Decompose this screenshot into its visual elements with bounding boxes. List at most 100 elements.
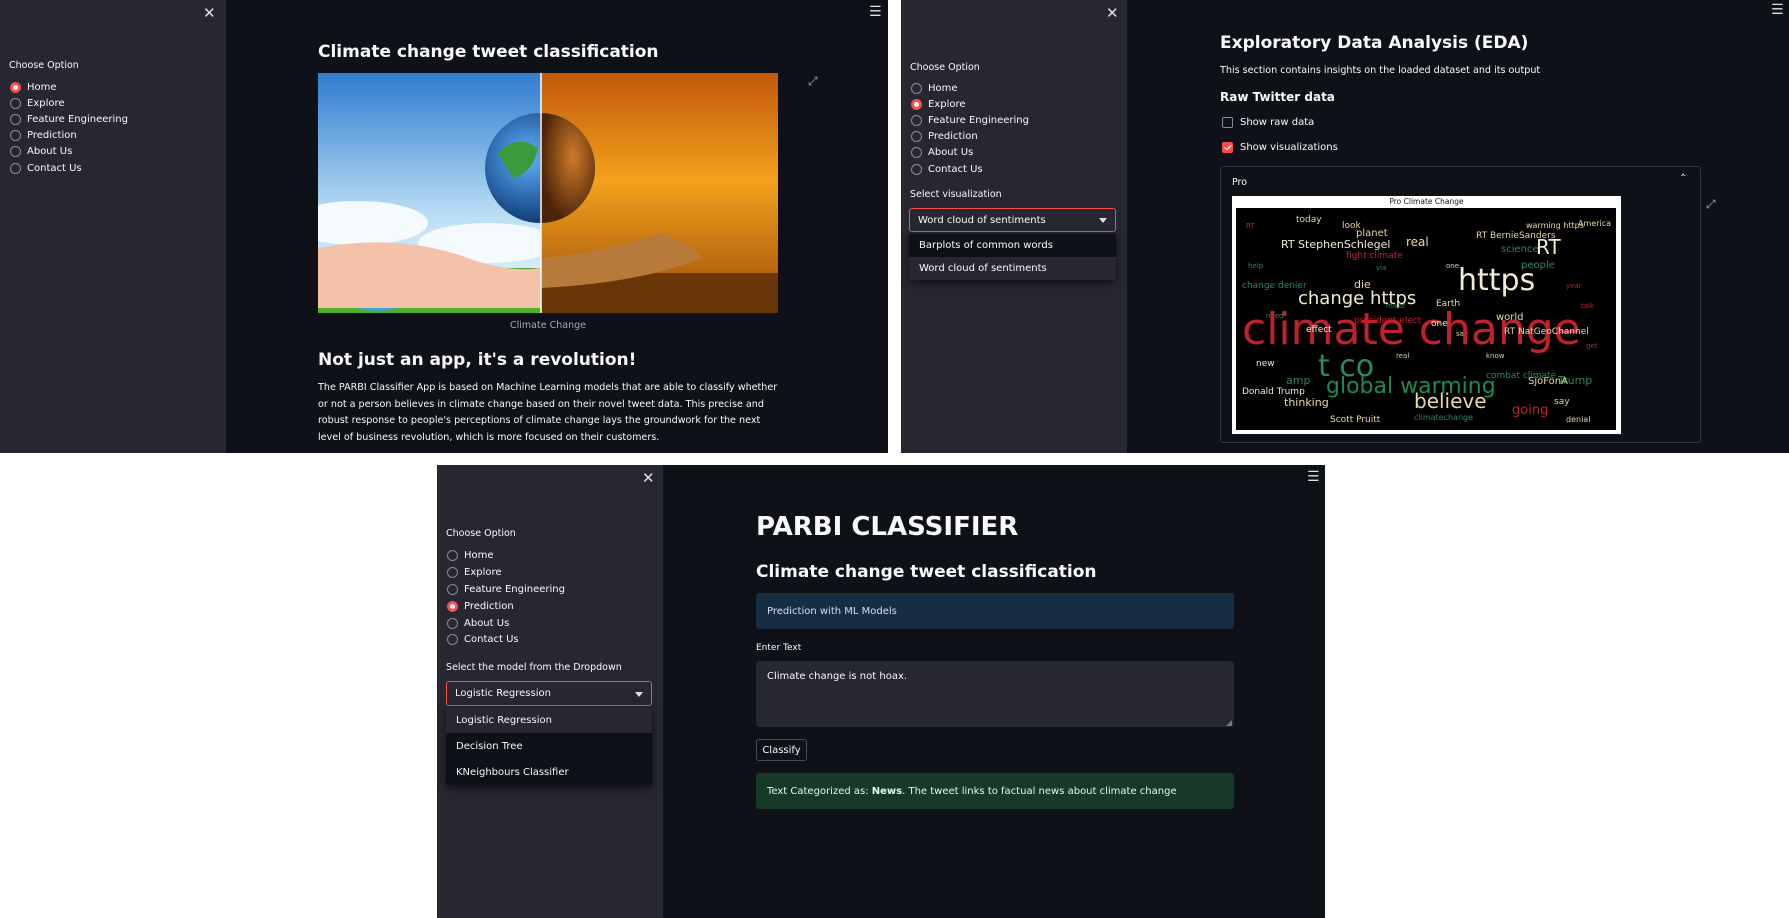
dropdown-option[interactable]: Decision Tree [446,733,652,759]
resize-handle[interactable]: ◢ [1226,718,1232,727]
expander-header[interactable]: Pro ⌃ [1221,167,1700,195]
nav-option-about-us[interactable]: About Us [447,615,565,632]
expand-icon[interactable]: ⤢ [1706,197,1716,212]
expand-icon[interactable]: ⤢ [808,74,818,89]
explore-panel: ✕ Choose Option Home Explore Feature Eng… [901,0,1789,453]
radio-icon [10,146,21,158]
tweet-text-area[interactable]: Climate change is not hoax. ◢ [756,661,1234,727]
close-icon[interactable]: ✕ [1106,5,1119,21]
nav-option-feature-engineering[interactable]: Feature Engineering [447,581,565,598]
wordcloud-filler-word: year [1566,282,1582,290]
radio-icon [447,566,458,578]
wordcloud-word: people [1521,260,1555,271]
nav-option-label: Prediction [464,600,514,612]
wordcloud-word: die [1354,278,1371,291]
result-category: News [871,785,903,797]
nav-option-explore[interactable]: Explore [10,95,128,111]
page-title: Climate change tweet classification [318,42,659,62]
nav-option-label: Explore [27,97,65,109]
dropdown-option[interactable]: KNeighbours Classifier [446,759,652,785]
hamburger-menu-icon[interactable]: ☰ [1307,469,1320,485]
hamburger-menu-icon[interactable]: ☰ [1771,2,1784,18]
nav-option-contact-us[interactable]: Contact Us [10,160,128,176]
nav-option-label: Prediction [27,130,77,142]
wordcloud-word: t co [1318,349,1374,384]
select-visualization-label: Select visualization [910,189,1002,200]
wordcloud-title: Pro Climate Change [1389,197,1464,206]
nav-option-feature-engineering[interactable]: Feature Engineering [10,111,128,127]
wordcloud-image: RT via say talk need real get help one year make kn… [1236,208,1616,430]
radio-icon [10,113,21,125]
nav-option-prediction[interactable]: Prediction [447,598,565,615]
wordcloud-filler-word: help [1248,262,1264,270]
close-icon[interactable]: ✕ [642,470,655,486]
show-visualizations-checkbox[interactable]: Show visualizations [1222,142,1338,153]
nav-option-label: About Us [928,147,974,159]
show-raw-data-checkbox[interactable]: Show raw data [1222,117,1314,128]
wordcloud-word: thinking [1284,396,1329,409]
wordcloud-word: change https [1298,288,1416,309]
nav-option-label: Feature Engineering [464,583,565,595]
chevron-up-icon[interactable]: ⌃ [1679,173,1687,184]
nav-option-label: About Us [27,146,73,158]
radio-icon [911,114,922,126]
nav-option-explore[interactable]: Explore [447,564,565,581]
wordcloud-filler-word: RT [1246,222,1255,230]
nav-option-prediction[interactable]: Prediction [911,129,1029,145]
nav-option-home[interactable]: Home [10,79,128,95]
wordcloud-word: RT StephenSchlegel [1281,238,1390,251]
prediction-panel: ✕ Choose Option Home Explore Feature Eng… [437,465,1325,918]
radio-icon [10,130,21,142]
model-select[interactable]: Logistic Regression [446,681,652,706]
nav-option-prediction[interactable]: Prediction [10,128,128,144]
dropdown-option[interactable]: Word cloud of sentiments [909,257,1116,280]
dropdown-option[interactable]: Logistic Regression [446,707,652,733]
nav-option-label: Contact Us [464,634,519,646]
chevron-down-icon[interactable] [635,691,643,697]
nav-option-explore[interactable]: Explore [911,96,1029,112]
classify-button[interactable]: Classify [756,739,807,761]
radio-icon [447,617,458,629]
wordcloud-word: RT NatGeoChannel [1504,327,1589,337]
wordcloud-word: say [1554,397,1570,407]
wordcloud-word: denial [1566,415,1590,424]
wordcloud-word: president elect [1354,316,1422,326]
nav-option-home[interactable]: Home [447,547,565,564]
nav-option-home[interactable]: Home [911,80,1029,96]
dropdown-option[interactable]: Barplots of common words [909,234,1116,257]
nav-option-label: About Us [464,617,510,629]
nav-option-label: Home [27,81,57,93]
expander-label: Pro [1232,177,1248,188]
chevron-down-icon[interactable] [1099,218,1107,223]
visualization-select[interactable]: Word cloud of sentiments [909,208,1116,232]
success-alert: Text Categorized as: News. The tweet lin… [756,773,1234,809]
wordcloud-word: world [1496,312,1524,323]
intro-paragraph: The PARBI Classifier App is based on Mac… [318,382,778,443]
nav-option-about-us[interactable]: About Us [911,145,1029,161]
hamburger-menu-icon[interactable]: ☰ [869,4,882,20]
wordcloud-word: planet [1356,228,1388,239]
wordcloud-word: new [1256,359,1275,369]
pro-expander: Pro ⌃ Pro Climate Change RT via say talk nee… [1220,166,1701,443]
nav-option-label: Prediction [928,131,978,143]
sidebar: ✕ Choose Option Home Explore Feature Eng… [0,0,226,453]
tweet-text-value: Climate change is not hoax. [767,671,908,682]
nav-option-label: Explore [928,98,966,110]
wordcloud-word: science [1501,244,1539,255]
checkbox-label: Show raw data [1240,117,1315,128]
radio-icon [911,163,922,175]
home-panel: ✕ Choose Option Home Explore Feature Eng… [0,0,888,453]
wordcloud-word: combat climate [1486,371,1557,381]
nav-option-about-us[interactable]: About Us [10,144,128,160]
radio-selected-icon [447,600,458,612]
climate-change-image [318,73,778,313]
page-subtitle: This section contains insights on the lo… [1220,65,1541,76]
wordcloud-word: America [1578,219,1611,228]
nav-option-contact-us[interactable]: Contact Us [447,631,565,648]
close-icon[interactable]: ✕ [203,5,216,21]
nav-option-contact-us[interactable]: Contact Us [911,161,1029,177]
nav-option-feature-engineering[interactable]: Feature Engineering [911,112,1029,128]
visualization-dropdown: Barplots of common words Word cloud of s… [909,234,1116,280]
enter-text-label: Enter Text [756,643,802,653]
wordcloud-word: going [1512,403,1548,418]
